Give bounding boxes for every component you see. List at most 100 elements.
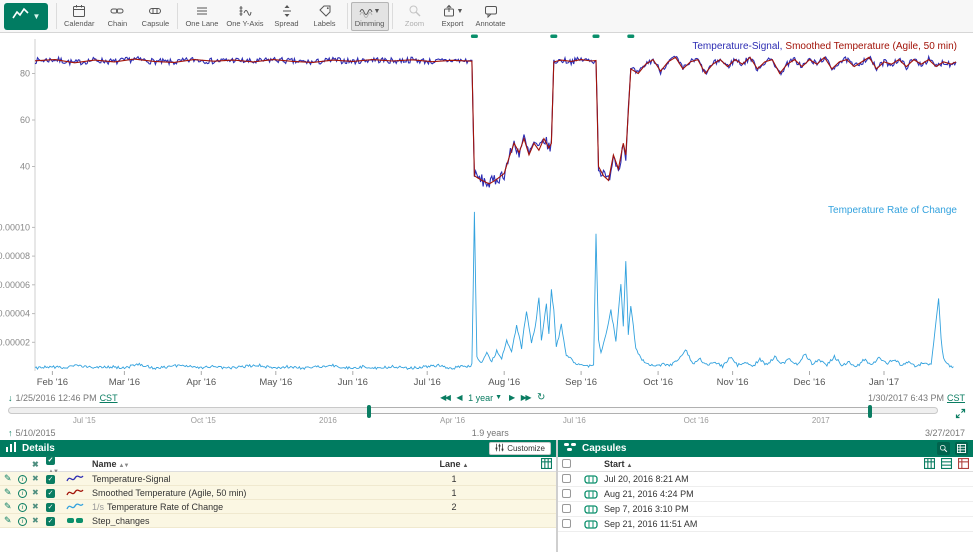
expand-range-icon[interactable] [955, 406, 966, 424]
capsule-start-value: Aug 21, 2016 4:24 PM [604, 489, 969, 499]
select-all-capsules-checkbox[interactable] [562, 459, 571, 468]
capsule-row[interactable]: Sep 7, 2016 3:10 PM [558, 502, 973, 517]
toolbar-button-label: Spread [274, 19, 298, 28]
toolbar-button-spread[interactable]: Spread [268, 2, 306, 31]
toolbar-button-chain[interactable]: Chain [98, 2, 136, 31]
edit-icon[interactable]: ✎ [4, 487, 18, 498]
capsule-remove-columns-icon[interactable] [958, 458, 969, 471]
step-back-fast-icon[interactable]: ◀◀ [440, 393, 449, 402]
capsule-marker[interactable] [627, 35, 634, 39]
capsule-checkbox[interactable] [562, 519, 571, 528]
info-icon[interactable]: i [18, 501, 32, 512]
refresh-icon[interactable]: ↻ [537, 392, 545, 403]
capsule-row[interactable]: Aug 21, 2016 4:24 PM [558, 487, 973, 502]
move-start-up-arrow-icon[interactable]: ↑ [8, 428, 13, 438]
details-row[interactable]: ✎i✖✓Temperature-Signal1 [0, 472, 556, 486]
slider-tick-label: Apr '16 [440, 416, 465, 425]
toolbar-button-annotate[interactable]: Annotate [472, 2, 510, 31]
visibility-checkbox[interactable]: ✓ [46, 517, 55, 526]
details-row[interactable]: ✎i✖✓Smoothed Temperature (Agile, 50 min)… [0, 486, 556, 500]
details-row[interactable]: ✎i✖✓Step_changes [0, 514, 556, 528]
toolbar-button-dimming[interactable]: ▼ Dimming [351, 2, 389, 31]
details-panel: Details Customize ✖ ✓▲▼ Name▲▼ Lane▲ ✎i✖… [0, 440, 556, 552]
toolbar-button-export[interactable]: ▼ Export [434, 2, 472, 31]
capsules-search-button[interactable] [937, 442, 950, 455]
trend-chart[interactable]: Feb '16Mar '16Apr '16May '16Jun '16Jul '… [0, 33, 973, 391]
series-path-smoothed-temperature-agile-50-min-[interactable] [35, 57, 956, 184]
x-tick-label: Feb '16 [37, 377, 68, 388]
step-forward-fast-icon[interactable]: ▶▶ [521, 393, 530, 402]
app-menu-button[interactable]: ▼ [4, 3, 48, 30]
visibility-checkbox[interactable]: ✓ [46, 475, 55, 484]
step-size-button[interactable]: 1 year ▼ [468, 393, 502, 403]
toolbar-button-labels[interactable]: Labels [306, 2, 344, 31]
capsule-row[interactable]: Sep 21, 2016 11:51 AM [558, 517, 973, 532]
capsule-start-value: Sep 21, 2016 11:51 AM [604, 519, 969, 529]
customize-button[interactable]: Customize [489, 442, 551, 455]
capsules-grid-button[interactable] [955, 442, 968, 455]
info-icon[interactable]: i [18, 473, 32, 484]
edit-icon[interactable]: ✎ [4, 515, 18, 526]
visibility-checkbox[interactable]: ✓ [46, 503, 55, 512]
name-column-header[interactable]: Name▲▼ [92, 459, 436, 469]
toolbar-button-label: Annotate [476, 19, 506, 28]
time-slider-track[interactable] [8, 407, 938, 414]
edit-icon[interactable]: ✎ [4, 501, 18, 512]
remove-icon[interactable]: ✖ [32, 474, 46, 483]
capsules-panel-header: Capsules [558, 440, 973, 457]
capsule-checkbox[interactable] [562, 504, 571, 513]
time-slider-selected-range[interactable] [369, 407, 870, 414]
slider-tick-label: 2017 [812, 416, 830, 425]
export-icon: ▼ [442, 4, 464, 18]
toolbar-button-one-y-axis[interactable]: One Y-Axis [222, 2, 267, 31]
details-columns-icon[interactable] [541, 458, 552, 471]
investigate-range-slider [0, 404, 973, 416]
capsule-marker[interactable] [550, 35, 557, 39]
remove-icon[interactable]: ✖ [32, 502, 46, 511]
capsule-time-icon [148, 4, 162, 18]
series-path-temperature-signal[interactable] [35, 56, 956, 187]
select-all-checkbox[interactable]: ✓ [46, 456, 55, 465]
capsule-marker[interactable] [471, 35, 478, 39]
capsule-icon [584, 504, 604, 515]
capsule-start-value: Jul 20, 2016 8:21 AM [604, 474, 969, 484]
sort-icon: ▲▼ [119, 463, 129, 469]
remove-all-icon[interactable]: ✖ [32, 460, 46, 469]
details-row[interactable]: ✎i✖✓1/sTemperature Rate of Change2 [0, 500, 556, 514]
capsule-row[interactable]: Jul 20, 2016 8:21 AM [558, 472, 973, 487]
remove-icon[interactable]: ✖ [32, 516, 46, 525]
sliders-icon [495, 443, 504, 454]
timezone-link[interactable]: CST [947, 393, 965, 403]
slider-axis-labels: Jul '15Oct '152016Apr '16Jul '16Oct '162… [8, 416, 938, 426]
x-tick-label: Oct '16 [643, 377, 673, 388]
toolbar-button-label: Export [442, 19, 464, 28]
remove-icon[interactable]: ✖ [32, 488, 46, 497]
slider-tick-label: Jul '15 [73, 416, 96, 425]
lane-column-header[interactable]: Lane▲ [436, 459, 472, 469]
toolbar-button-one-lane[interactable]: One Lane [181, 2, 222, 31]
start-column-header[interactable]: Start▲ [604, 459, 879, 469]
info-icon[interactable]: i [18, 487, 32, 498]
chevron-down-icon: ▼ [33, 12, 41, 21]
toolbar-button-calendar[interactable]: Calendar [60, 2, 98, 31]
info-icon[interactable]: i [18, 515, 32, 526]
signal-color-icon [66, 487, 92, 498]
capsules-panel: Capsules Start▲ Jul 20, 2016 8:21 AM Aug … [558, 440, 973, 552]
capsule-columns-icon[interactable] [924, 458, 935, 471]
capsule-checkbox[interactable] [562, 474, 571, 483]
capsule-checkbox[interactable] [562, 489, 571, 498]
move-start-arrow-icon[interactable]: ↓ [8, 393, 13, 403]
timezone-link[interactable]: CST [100, 393, 118, 403]
edit-icon[interactable]: ✎ [4, 473, 18, 484]
step-back-icon[interactable]: ◀ [456, 393, 461, 402]
toolbar-button-capsule[interactable]: Capsule [136, 2, 174, 31]
step-forward-icon[interactable]: ▶ [509, 393, 514, 402]
series-path-temperature-rate-of-change[interactable] [35, 212, 954, 369]
toolbar-button-label: One Lane [185, 19, 218, 28]
capsule-marker[interactable] [593, 35, 600, 39]
capsule-icon [584, 474, 604, 485]
y-tick-label: 0.00004 [0, 309, 30, 319]
visibility-checkbox[interactable]: ✓ [46, 489, 55, 498]
toolbar-button-label: Capsule [142, 19, 170, 28]
capsule-stats-icon[interactable] [941, 458, 952, 471]
